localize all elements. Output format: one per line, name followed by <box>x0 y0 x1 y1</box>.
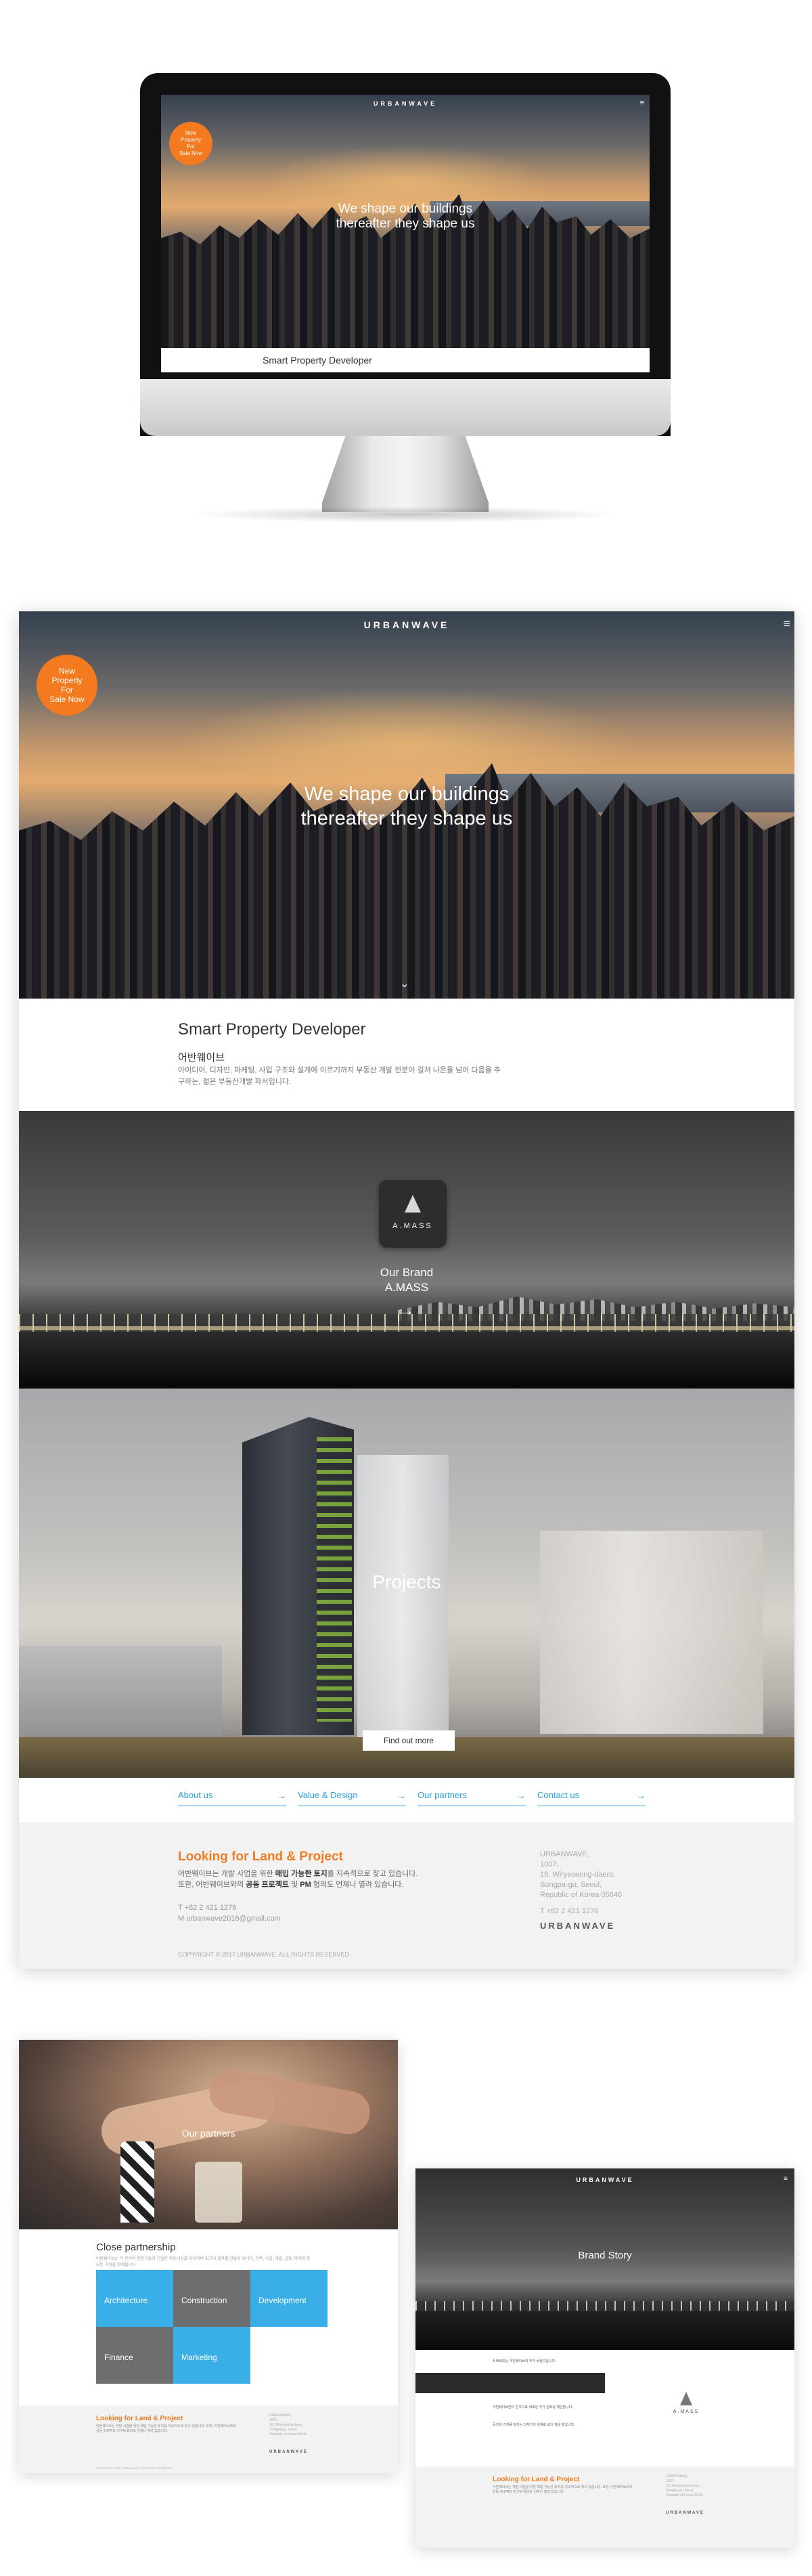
footer-address: URBANWAVE, 1007, 18, Wiryeseong-daero, S… <box>666 2474 704 2497</box>
imac-stand <box>322 436 489 512</box>
footer-contact: T +82 2 421 1276 M urbanwave2016@gmail.c… <box>178 1902 281 1924</box>
footer-logo[interactable]: URBANWAVE <box>666 2511 704 2515</box>
tile-marketing[interactable]: Marketing <box>173 2327 250 2384</box>
headline-line-1: We shape our buildings <box>304 783 510 805</box>
imac-chin <box>140 379 671 436</box>
intro-title: Smart Property Developer <box>178 1020 366 1039</box>
partners-footer: Looking for Land & Project 어반웨이브는 개발 사업을… <box>19 2405 398 2473</box>
footer-phone[interactable]: T +82 2 421 1276 <box>178 1902 281 1913</box>
tile-architecture[interactable]: Architecture <box>96 2270 173 2327</box>
quicklink-contact-us[interactable]: Contact us → <box>537 1790 646 1806</box>
intro-section: Smart Property Developer 어반웨이브 아이디어, 디자인… <box>19 999 794 1111</box>
copyright: COPYRIGHT © 2017 URBANWAVE. ALL RIGHTS R… <box>178 1951 351 1958</box>
our-brand-section: A.MASS Our Brand A.MASS → <box>19 1111 794 1389</box>
copyright: COPYRIGHT © 2017 URBANWAVE. ALL RIGHTS R… <box>96 2466 173 2470</box>
quicklink-label: Our partners <box>418 1790 467 1800</box>
imac-shadow <box>189 506 623 523</box>
tile-construction[interactable]: Construction <box>173 2270 250 2327</box>
amass-logo: A.MASS <box>659 2392 713 2414</box>
sale-badge[interactable]: New Property For Sale Now <box>37 655 97 716</box>
headline-line-1: We shape our buildings <box>338 202 473 216</box>
imac-intro-strip: Smart Property Developer <box>161 348 650 372</box>
brand-story-page-mockup: URBANWAVE ≡ Brand Story A.MASS는 어반웨이브의 주… <box>415 2168 794 2548</box>
tile-finance[interactable]: Finance <box>96 2327 173 2384</box>
header-logo[interactable]: URBANWAVE <box>19 619 794 630</box>
tile-development[interactable]: Development <box>250 2270 328 2327</box>
footer-title: Looking for Land & Project <box>96 2415 183 2422</box>
footer-logo[interactable]: URBANWAVE <box>540 1921 615 1931</box>
sale-badge[interactable]: New Property For Sale Now <box>169 122 212 165</box>
close-partnership-desc: 어반웨이브는 각 분야의 전문가들과 긴밀한 파트너십을 유지하며 최고의 결과… <box>96 2257 311 2267</box>
brand-story-text-2: 어반웨이브만의 감각으로 새로운 주거 문화를 제안합니다. <box>493 2405 573 2409</box>
footer-address: URBANWAVE, 1007, 18, Wiryeseong-daero, S… <box>269 2414 307 2437</box>
arrow-right-icon: → <box>516 1790 526 1801</box>
close-partnership-title: Close partnership <box>96 2242 176 2253</box>
arrow-right-icon: → <box>277 1790 286 1801</box>
footer-description: 어반웨이브는 개발 사업을 위한 매입 가능한 토지를 지속적으로 찾고 있습니… <box>493 2485 633 2494</box>
arrow-right-icon[interactable]: → <box>19 1303 794 1318</box>
header-logo[interactable]: URBANWAVE <box>415 2177 794 2183</box>
brand-caption-line-1: Our Brand <box>380 1266 434 1279</box>
brand-caption: Our Brand A.MASS <box>19 1265 794 1295</box>
partners-hero-title: Our partners <box>181 2128 235 2139</box>
quicklink-about-us[interactable]: About us → <box>178 1790 286 1806</box>
footer-address: URBANWAVE, 1007, 18, Wiryeseong-daero, S… <box>540 1850 623 1899</box>
story-footer: Looking for Land & Project 어반웨이브는 개발 사업을… <box>415 2466 794 2548</box>
amass-triangle-icon <box>405 1195 421 1213</box>
intro-subtitle: 어반웨이브 <box>178 1052 225 1064</box>
intro-description: 아이디어, 디자인, 마케팅, 사업 구조와 설계에 이르기까지 부동산 개발 … <box>178 1066 501 1086</box>
brand-story-text-3: 공간의 가치를 높이는 디자인과 설계로 삶의 질을 높입니다. <box>493 2423 575 2427</box>
imac-headline: We shape our buildings thereafter they s… <box>161 202 650 232</box>
footer-logo[interactable]: URBANWAVE <box>269 2450 308 2454</box>
quicklink-label: Contact us <box>537 1790 580 1800</box>
quick-links: About us → Value & Design → Our partners… <box>19 1778 794 1822</box>
main-page-mockup: URBANWAVE ≡ New Property For Sale Now We… <box>19 611 794 1969</box>
quicklink-value-design[interactable]: Value & Design → <box>298 1790 406 1806</box>
arrow-right-icon: → <box>397 1790 406 1801</box>
menu-icon[interactable]: ≡ <box>640 99 644 107</box>
imac-screen: URBANWAVE ≡ New Property For Sale Now We… <box>161 95 650 372</box>
headline-line-2: thereafter they shape us <box>300 808 513 829</box>
quicklink-label: About us <box>178 1790 213 1800</box>
footer: Looking for Land & Project 어반웨이브는 개발 사업을… <box>19 1822 794 1969</box>
projects-section: Projects Find out more <box>19 1389 794 1778</box>
amass-triangle-icon <box>680 2392 692 2405</box>
brand-story-highlight-bar <box>415 2373 605 2393</box>
amass-brand-logo[interactable]: A.MASS <box>379 1180 447 1248</box>
imac-logo[interactable]: URBANWAVE <box>161 100 650 107</box>
footer-title: Looking for Land & Project <box>178 1850 343 1864</box>
partners-page-mockup: Our partners Close partnership 어반웨이브는 각 … <box>19 2040 398 2473</box>
quicklink-our-partners[interactable]: Our partners → <box>418 1790 526 1806</box>
imac-tagline: Smart Property Developer <box>263 355 372 366</box>
find-out-more-button[interactable]: Find out more <box>363 1730 455 1751</box>
brand-word: A.MASS <box>673 2409 700 2414</box>
brand-word: A.MASS <box>392 1222 433 1230</box>
chevron-down-icon[interactable]: ⌄ <box>400 977 409 990</box>
menu-icon[interactable]: ≡ <box>784 2175 788 2183</box>
brand-caption-line-2: A.MASS <box>384 1281 429 1294</box>
footer-description: 어반웨이브는 개발 사업을 위한 매입 가능한 토지를 지속적으로 찾고 있습니… <box>178 1870 418 1889</box>
quicklink-label: Value & Design <box>298 1790 358 1800</box>
arrow-right-icon: → <box>636 1790 646 1801</box>
brand-story-title: Brand Story <box>578 2250 632 2261</box>
footer-address-phone: T +82 2 421 1276 <box>540 1907 599 1915</box>
projects-title: Projects <box>372 1571 441 1592</box>
footer-title: Looking for Land & Project <box>493 2476 580 2483</box>
brand-story-text-1: A.MASS는 어반웨이브의 주거 브랜드입니다. <box>493 2359 556 2363</box>
footer-email[interactable]: M urbanwave2016@gmail.com <box>178 1913 281 1924</box>
hero-headline: We shape our buildings thereafter they s… <box>19 782 794 831</box>
headline-line-2: thereafter they shape us <box>336 217 475 231</box>
footer-description: 어반웨이브는 개발 사업을 위한 매입 가능한 토지를 지속적으로 찾고 있습니… <box>96 2424 236 2433</box>
menu-icon[interactable]: ≡ <box>783 617 790 631</box>
